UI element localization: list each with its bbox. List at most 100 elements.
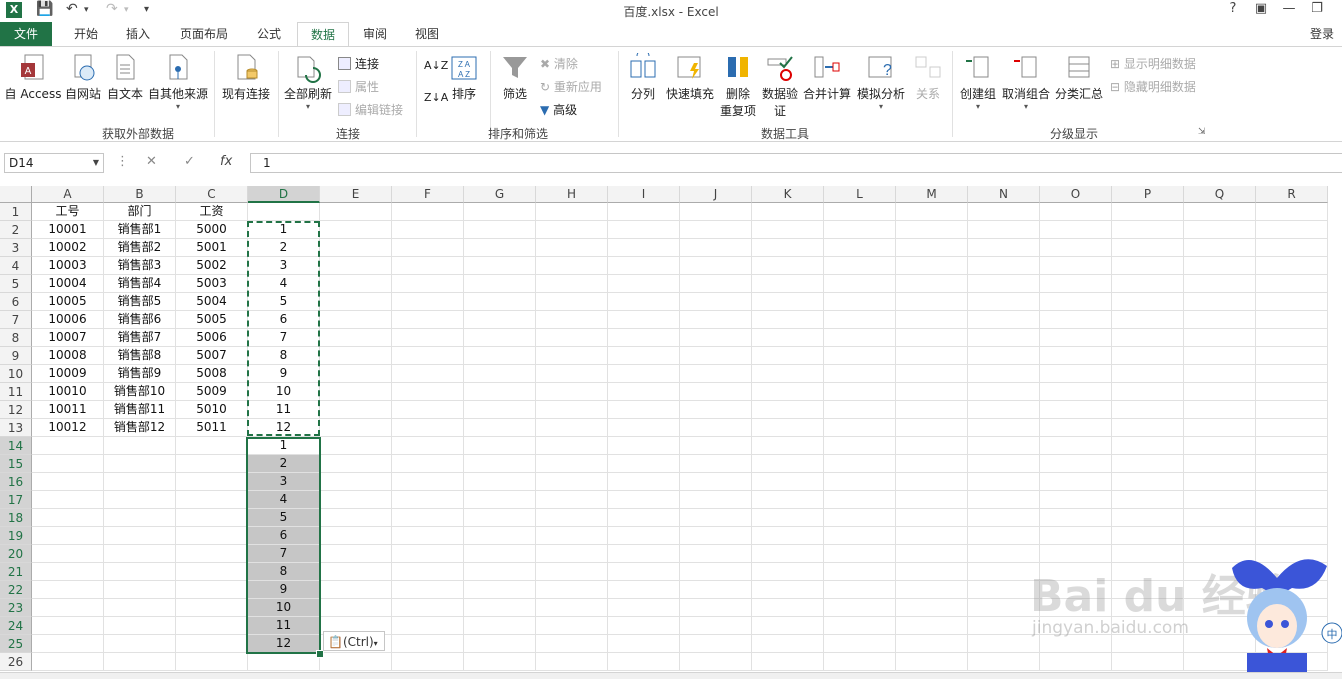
cell-f24[interactable] bbox=[392, 617, 464, 635]
cell-q7[interactable] bbox=[1184, 311, 1256, 329]
row-header-7[interactable]: 7 bbox=[0, 311, 32, 329]
cell-r7[interactable] bbox=[1256, 311, 1328, 329]
cell-b6[interactable]: 销售部5 bbox=[104, 293, 176, 311]
cell-i23[interactable] bbox=[608, 599, 680, 617]
cell-q14[interactable] bbox=[1184, 437, 1256, 455]
cell-g1[interactable] bbox=[464, 203, 536, 221]
cell-g12[interactable] bbox=[464, 401, 536, 419]
cell-j2[interactable] bbox=[680, 221, 752, 239]
cell-p11[interactable] bbox=[1112, 383, 1184, 401]
row-header-26[interactable]: 26 bbox=[0, 653, 32, 671]
cell-p9[interactable] bbox=[1112, 347, 1184, 365]
reapply-button[interactable]: ↻ 重新应用 bbox=[540, 78, 602, 95]
cell-g16[interactable] bbox=[464, 473, 536, 491]
subtotal-button[interactable]: 分类汇总 bbox=[1054, 53, 1104, 102]
cell-p15[interactable] bbox=[1112, 455, 1184, 473]
cell-n7[interactable] bbox=[968, 311, 1040, 329]
cell-p13[interactable] bbox=[1112, 419, 1184, 437]
cell-j21[interactable] bbox=[680, 563, 752, 581]
cell-i6[interactable] bbox=[608, 293, 680, 311]
cell-l25[interactable] bbox=[824, 635, 896, 653]
cell-p18[interactable] bbox=[1112, 509, 1184, 527]
cell-m3[interactable] bbox=[896, 239, 968, 257]
cell-k16[interactable] bbox=[752, 473, 824, 491]
minimize-icon[interactable]: — bbox=[1278, 1, 1300, 16]
cell-c2[interactable]: 5000 bbox=[176, 221, 248, 239]
cell-h8[interactable] bbox=[536, 329, 608, 347]
cell-h4[interactable] bbox=[536, 257, 608, 275]
cell-l13[interactable] bbox=[824, 419, 896, 437]
cell-d12[interactable]: 11 bbox=[248, 401, 320, 419]
cell-d10[interactable]: 9 bbox=[248, 365, 320, 383]
cell-m19[interactable] bbox=[896, 527, 968, 545]
cell-n6[interactable] bbox=[968, 293, 1040, 311]
hide-detail-button[interactable]: ⊟ 隐藏明细数据 bbox=[1110, 78, 1196, 95]
cell-a11[interactable]: 10010 bbox=[32, 383, 104, 401]
column-header-b[interactable]: B bbox=[104, 186, 176, 203]
cell-l7[interactable] bbox=[824, 311, 896, 329]
cell-l3[interactable] bbox=[824, 239, 896, 257]
cell-h3[interactable] bbox=[536, 239, 608, 257]
cell-o11[interactable] bbox=[1040, 383, 1112, 401]
cell-c14[interactable] bbox=[176, 437, 248, 455]
cell-d18[interactable]: 5 bbox=[248, 509, 320, 527]
cell-h21[interactable] bbox=[536, 563, 608, 581]
cell-g18[interactable] bbox=[464, 509, 536, 527]
cell-i3[interactable] bbox=[608, 239, 680, 257]
cell-h1[interactable] bbox=[536, 203, 608, 221]
cell-o8[interactable] bbox=[1040, 329, 1112, 347]
cell-h6[interactable] bbox=[536, 293, 608, 311]
cell-m15[interactable] bbox=[896, 455, 968, 473]
cell-n16[interactable] bbox=[968, 473, 1040, 491]
cell-g19[interactable] bbox=[464, 527, 536, 545]
cell-i11[interactable] bbox=[608, 383, 680, 401]
cell-b21[interactable] bbox=[104, 563, 176, 581]
cell-g6[interactable] bbox=[464, 293, 536, 311]
row-header-8[interactable]: 8 bbox=[0, 329, 32, 347]
cell-n5[interactable] bbox=[968, 275, 1040, 293]
cell-e17[interactable] bbox=[320, 491, 392, 509]
cell-h2[interactable] bbox=[536, 221, 608, 239]
cell-j14[interactable] bbox=[680, 437, 752, 455]
cell-j17[interactable] bbox=[680, 491, 752, 509]
cell-r13[interactable] bbox=[1256, 419, 1328, 437]
tab-formulas[interactable]: 公式 bbox=[246, 22, 292, 46]
cell-g25[interactable] bbox=[464, 635, 536, 653]
cell-q13[interactable] bbox=[1184, 419, 1256, 437]
cell-o6[interactable] bbox=[1040, 293, 1112, 311]
column-header-g[interactable]: G bbox=[464, 186, 536, 203]
cell-d23[interactable]: 10 bbox=[248, 599, 320, 617]
cell-j12[interactable] bbox=[680, 401, 752, 419]
help-button[interactable]: ? bbox=[1222, 1, 1244, 16]
cell-c1[interactable]: 工资 bbox=[176, 203, 248, 221]
cell-m2[interactable] bbox=[896, 221, 968, 239]
column-header-f[interactable]: F bbox=[392, 186, 464, 203]
cell-c24[interactable] bbox=[176, 617, 248, 635]
row-header-1[interactable]: 1 bbox=[0, 203, 32, 221]
insert-function-icon[interactable]: fx bbox=[220, 154, 232, 169]
cell-r1[interactable] bbox=[1256, 203, 1328, 221]
formula-input[interactable]: 1 bbox=[250, 153, 1342, 173]
cell-o13[interactable] bbox=[1040, 419, 1112, 437]
column-header-c[interactable]: C bbox=[176, 186, 248, 203]
cell-q10[interactable] bbox=[1184, 365, 1256, 383]
cell-b17[interactable] bbox=[104, 491, 176, 509]
cell-l10[interactable] bbox=[824, 365, 896, 383]
cell-f1[interactable] bbox=[392, 203, 464, 221]
cell-n9[interactable] bbox=[968, 347, 1040, 365]
from-text-button[interactable]: 自文本 bbox=[104, 53, 146, 102]
cell-p2[interactable] bbox=[1112, 221, 1184, 239]
cell-b1[interactable]: 部门 bbox=[104, 203, 176, 221]
cell-b14[interactable] bbox=[104, 437, 176, 455]
cell-f15[interactable] bbox=[392, 455, 464, 473]
cell-n13[interactable] bbox=[968, 419, 1040, 437]
cell-e3[interactable] bbox=[320, 239, 392, 257]
cell-b11[interactable]: 销售部10 bbox=[104, 383, 176, 401]
select-all-corner[interactable] bbox=[0, 186, 32, 203]
cell-k3[interactable] bbox=[752, 239, 824, 257]
cell-c12[interactable]: 5010 bbox=[176, 401, 248, 419]
cell-b20[interactable] bbox=[104, 545, 176, 563]
column-header-j[interactable]: J bbox=[680, 186, 752, 203]
cell-r2[interactable] bbox=[1256, 221, 1328, 239]
cell-l5[interactable] bbox=[824, 275, 896, 293]
